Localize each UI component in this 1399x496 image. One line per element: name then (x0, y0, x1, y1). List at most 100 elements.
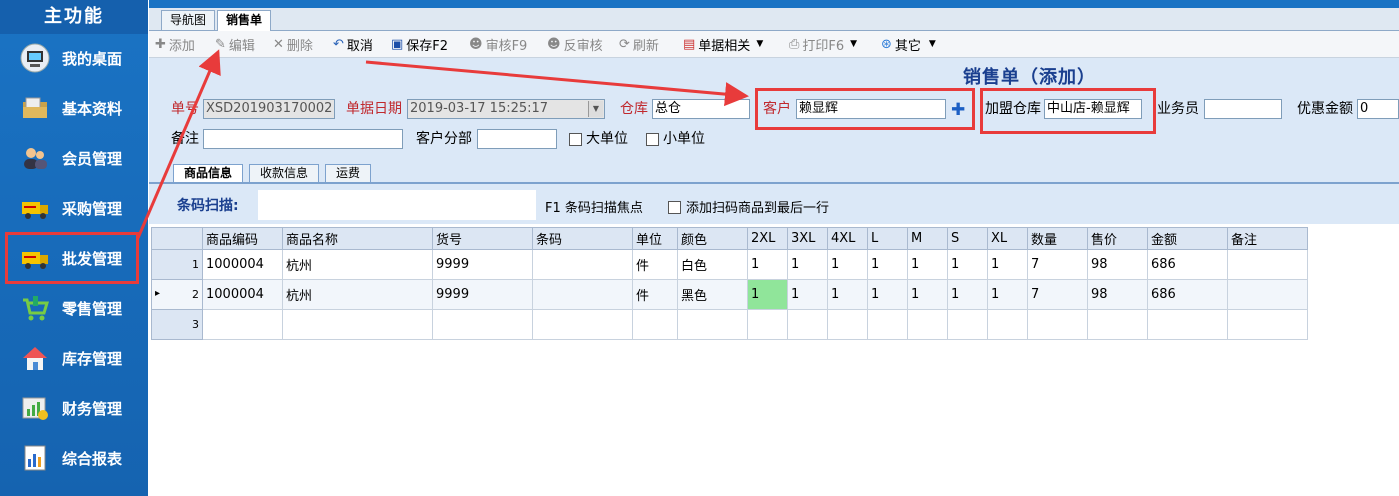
sidebar-item-member[interactable]: 会员管理 (0, 133, 148, 183)
doc-no-field[interactable]: XSD201903170002 (203, 99, 335, 119)
col-size-s[interactable]: S (947, 227, 988, 250)
cell-item-no[interactable] (432, 309, 533, 340)
col-size-xl[interactable]: XL (987, 227, 1028, 250)
col-size-4xl[interactable]: 4XL (827, 227, 868, 250)
cell-product-code[interactable]: 1000004 (202, 249, 283, 280)
cell-item-no[interactable]: 9999 (432, 249, 533, 280)
cell-size-s[interactable] (947, 309, 988, 340)
cell-size-s[interactable]: 1 (947, 249, 988, 280)
cell-unit[interactable]: 件 (632, 279, 678, 310)
cell-barcode[interactable] (532, 309, 633, 340)
cell-size-4xl[interactable] (827, 309, 868, 340)
cell-size-m[interactable]: 1 (907, 279, 948, 310)
table-row[interactable]: 3 (151, 309, 1308, 340)
cell-amount[interactable]: 686 (1147, 249, 1228, 280)
date-field[interactable]: 2019-03-17 15:25:17 ▼ (407, 99, 605, 119)
col-size-3xl[interactable]: 3XL (787, 227, 828, 250)
cell-size-2xl[interactable] (747, 309, 788, 340)
tab-product-info[interactable]: 商品信息 (173, 164, 244, 182)
col-size-l[interactable]: L (867, 227, 908, 250)
cell-size-2xl[interactable]: 1 (747, 249, 788, 280)
print-button[interactable]: ⎙ 打印F6 ▼ (789, 35, 857, 54)
cell-color[interactable]: 黑色 (677, 279, 748, 310)
customer-branch-field[interactable] (477, 129, 557, 149)
cell-product-code[interactable] (202, 309, 283, 340)
cancel-button[interactable]: ↶ 取消 (333, 35, 373, 54)
cell-barcode[interactable] (532, 249, 633, 280)
cell-product-code[interactable]: 1000004 (202, 279, 283, 310)
col-amount[interactable]: 金额 (1147, 227, 1228, 250)
cell-remark[interactable] (1227, 309, 1308, 340)
cell-size-3xl[interactable] (787, 309, 828, 340)
cell-size-m[interactable] (907, 309, 948, 340)
cell-amount[interactable] (1147, 309, 1228, 340)
cell-unit[interactable] (632, 309, 678, 340)
cell-product-name[interactable]: 杭州 (282, 279, 433, 310)
col-product-name[interactable]: 商品名称 (282, 227, 433, 250)
cell-product-name[interactable]: 杭州 (282, 249, 433, 280)
sidebar-item-desktop[interactable]: 我的桌面 (0, 33, 148, 83)
unapprove-button[interactable]: ☻ 反审核 (547, 35, 603, 54)
sidebar-item-basic-data[interactable]: 基本资料 (0, 83, 148, 133)
row-header[interactable]: 3 (151, 309, 203, 340)
sidebar-item-finance[interactable]: 财务管理 (0, 383, 148, 433)
cell-size-3xl[interactable]: 1 (787, 279, 828, 310)
append-scanned-checkbox[interactable] (668, 201, 681, 214)
cell-remark[interactable] (1227, 249, 1308, 280)
cell-size-l[interactable]: 1 (867, 249, 908, 280)
edit-button[interactable]: ✎ 编辑 (215, 35, 255, 54)
warehouse-field[interactable]: 总仓 (652, 99, 750, 119)
col-unit[interactable]: 单位 (632, 227, 678, 250)
small-unit-checkbox[interactable] (646, 133, 659, 146)
row-header[interactable]: 1 (151, 249, 203, 280)
cell-item-no[interactable]: 9999 (432, 279, 533, 310)
col-size-2xl[interactable]: 2XL (747, 227, 788, 250)
cell-size-xl[interactable]: 1 (987, 279, 1028, 310)
cell-color[interactable] (677, 309, 748, 340)
other-button[interactable]: ⊛ 其它 ▼ (881, 35, 936, 54)
col-barcode[interactable]: 条码 (532, 227, 633, 250)
cell-size-m[interactable]: 1 (907, 249, 948, 280)
big-unit-checkbox[interactable] (569, 133, 582, 146)
cell-size-4xl[interactable]: 1 (827, 279, 868, 310)
cell-price[interactable]: 98 (1087, 279, 1148, 310)
sidebar-item-inventory[interactable]: 库存管理 (0, 333, 148, 383)
cell-remark[interactable] (1227, 279, 1308, 310)
cell-size-xl[interactable]: 1 (987, 249, 1028, 280)
col-price[interactable]: 售价 (1087, 227, 1148, 250)
col-color[interactable]: 颜色 (677, 227, 748, 250)
sidebar-item-retail[interactable]: 零售管理 (0, 283, 148, 333)
sidebar-item-purchase[interactable]: 采购管理 (0, 183, 148, 233)
row-header[interactable]: ▸ 2 (151, 279, 203, 310)
col-remark[interactable]: 备注 (1227, 227, 1308, 250)
cell-quantity[interactable] (1027, 309, 1088, 340)
cell-size-l[interactable]: 1 (867, 279, 908, 310)
col-size-m[interactable]: M (907, 227, 948, 250)
cell-barcode[interactable] (532, 279, 633, 310)
cell-unit[interactable]: 件 (632, 249, 678, 280)
sidebar-item-reports[interactable]: 综合报表 (0, 433, 148, 483)
delete-button[interactable]: ✕ 删除 (273, 35, 313, 54)
tab-payment-info[interactable]: 收款信息 (249, 164, 320, 182)
tab-freight[interactable]: 运费 (325, 164, 372, 182)
barcode-scan-input[interactable] (257, 189, 537, 221)
discount-field[interactable]: 0 (1357, 99, 1399, 119)
cell-size-s[interactable]: 1 (947, 279, 988, 310)
cell-price[interactable] (1087, 309, 1148, 340)
save-button[interactable]: ▣ 保存F2 (391, 35, 448, 54)
col-product-code[interactable]: 商品编码 (202, 227, 283, 250)
cell-color[interactable]: 白色 (677, 249, 748, 280)
cell-size-l[interactable] (867, 309, 908, 340)
cell-quantity[interactable]: 7 (1027, 279, 1088, 310)
dropdown-arrow-icon[interactable]: ▼ (588, 101, 603, 117)
tab-sales-order[interactable]: 销售单 (217, 10, 272, 31)
remark-field[interactable] (203, 129, 403, 149)
cell-size-xl[interactable] (987, 309, 1028, 340)
col-item-no[interactable]: 货号 (432, 227, 533, 250)
refresh-button[interactable]: ⟳ 刷新 (619, 35, 659, 54)
cell-amount[interactable]: 686 (1147, 279, 1228, 310)
doc-related-button[interactable]: ▤ 单据相关 ▼ (683, 35, 763, 54)
cell-size-2xl[interactable]: 1 (747, 279, 788, 310)
cell-size-3xl[interactable]: 1 (787, 249, 828, 280)
tab-navigation[interactable]: 导航图 (161, 10, 216, 30)
